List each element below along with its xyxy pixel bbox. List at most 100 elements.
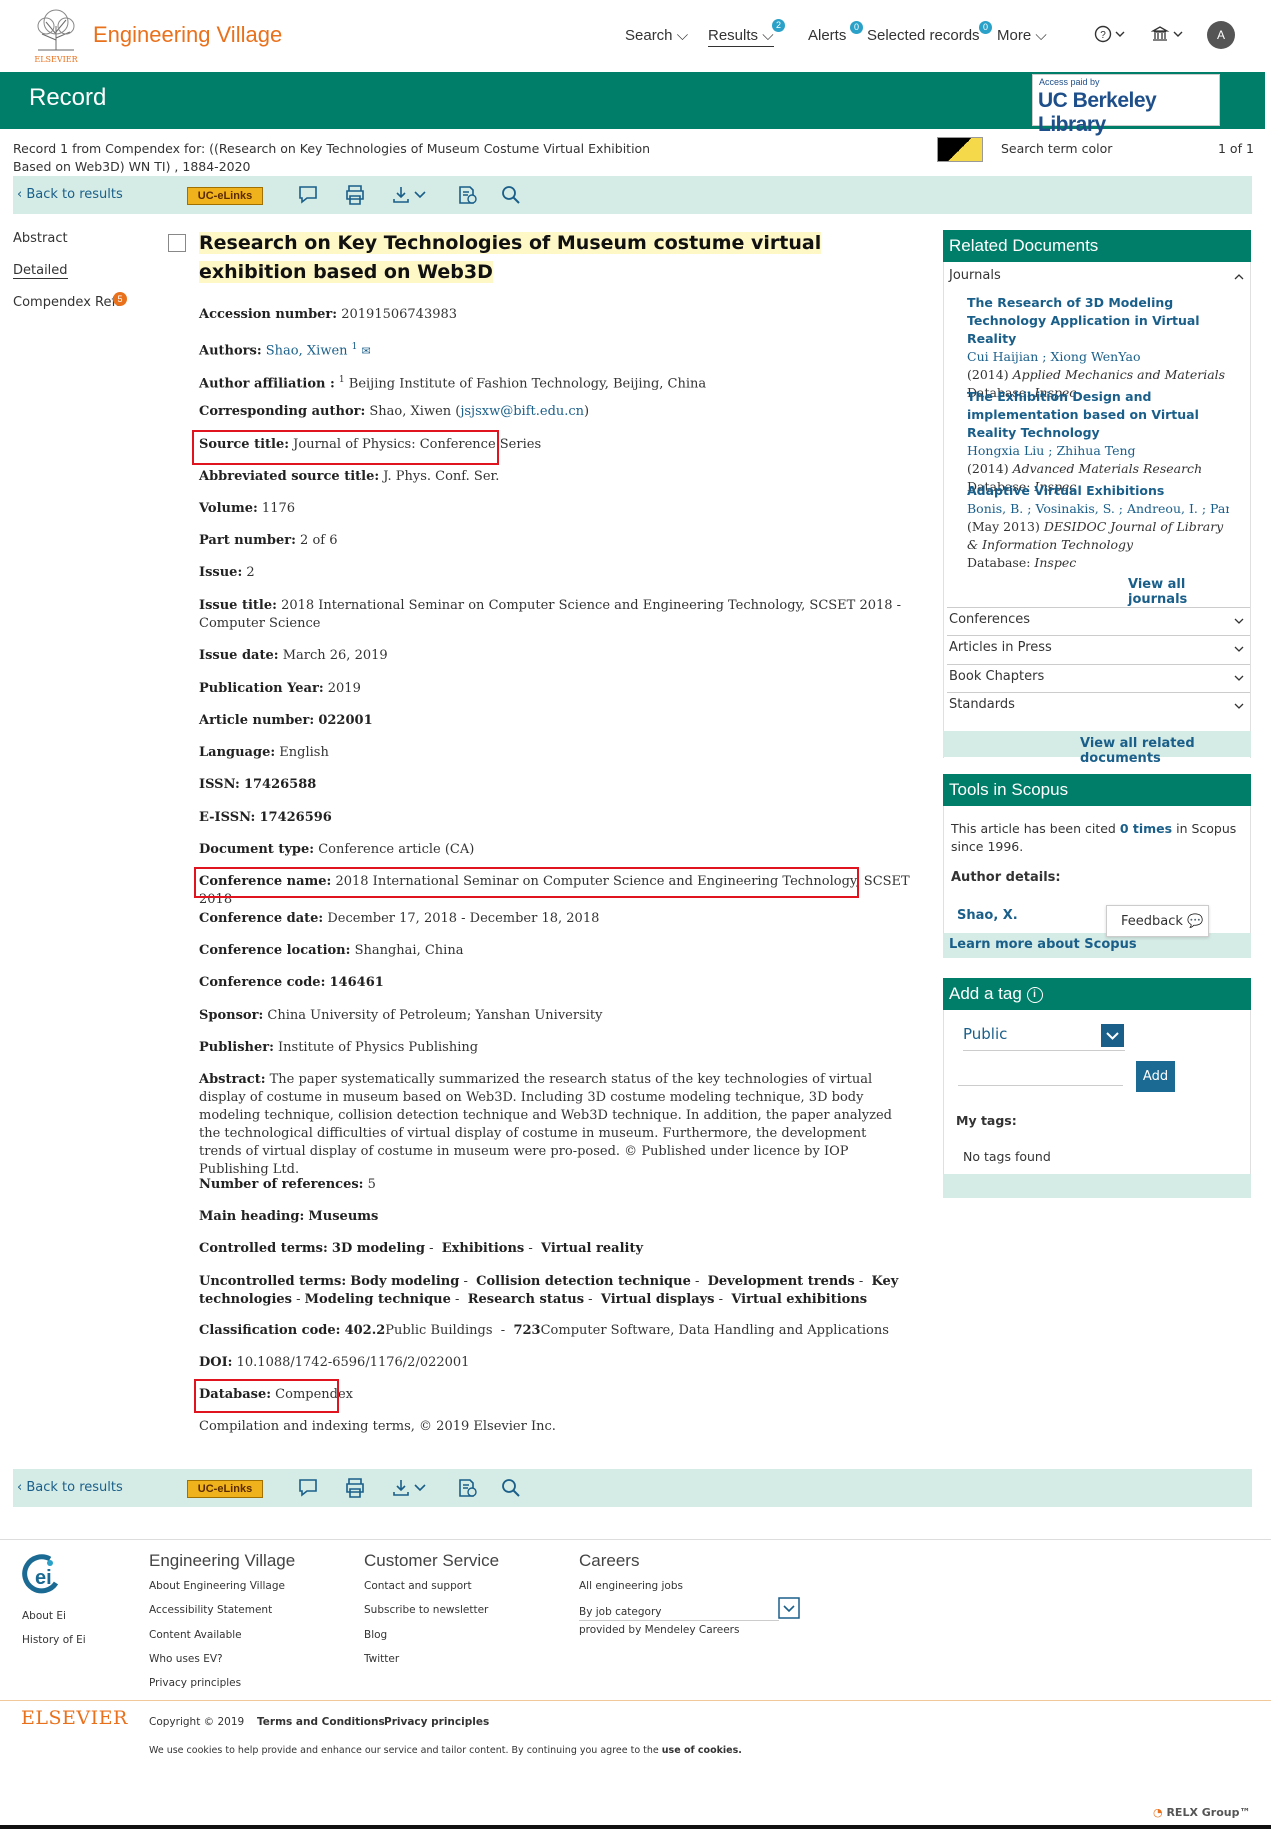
divider (947, 635, 1250, 636)
cited-times-link[interactable]: 0 times (1120, 821, 1172, 836)
related-item: Adaptive Virtual Exhibitions Bonis, B. ;… (967, 482, 1229, 572)
issn-link[interactable]: 17426588 (244, 777, 316, 792)
print-icon[interactable] (343, 184, 367, 206)
section-conferences[interactable]: Conferences (949, 612, 1249, 627)
classification-link[interactable]: 723 (513, 1323, 540, 1338)
chevron-down-icon[interactable] (1234, 702, 1244, 710)
elsevier-wordmark[interactable]: ELSEVIER (21, 1707, 128, 1729)
chevron-down-icon[interactable] (1234, 645, 1244, 653)
footer-terms-link[interactable]: Terms and Conditions (257, 1716, 385, 1728)
brand-name[interactable]: Engineering Village (93, 22, 282, 48)
nav-alerts[interactable]: Alerts (808, 27, 846, 44)
chevron-down-icon[interactable] (778, 1597, 800, 1619)
add-tag-button[interactable]: Add (1136, 1061, 1175, 1092)
view-all-related-link[interactable]: View all related documents (1080, 736, 1250, 766)
nav-abstract[interactable]: Abstract (13, 231, 68, 246)
chevron-down-icon[interactable] (1101, 1024, 1124, 1047)
search-icon[interactable] (499, 184, 523, 206)
nav-results[interactable]: Results ⌵ (708, 27, 774, 47)
footer-link[interactable]: Who uses EV? (149, 1653, 223, 1665)
nav-selected-records[interactable]: Selected records (867, 27, 980, 44)
corresponding-email-link[interactable]: jsjsxw@bift.edu.cn (460, 404, 584, 419)
back-to-results-link[interactable]: ‹ Back to results (17, 187, 123, 202)
term-link[interactable]: Exhibitions (442, 1241, 524, 1256)
chevron-up-icon[interactable] (1234, 273, 1244, 281)
email-icon[interactable]: ✉ (362, 344, 371, 357)
footer-link[interactable]: Subscribe to newsletter (364, 1604, 488, 1616)
related-documents-heading: Related Documents (943, 230, 1251, 262)
uc-elinks-button[interactable]: UC-eLinks (187, 187, 263, 205)
nav-compendex-refs[interactable]: Compendex Refs (13, 295, 123, 310)
footer-history-ei[interactable]: History of Ei (22, 1634, 86, 1646)
footer-link[interactable]: All engineering jobs (579, 1580, 683, 1592)
footer-link[interactable]: Content Available (149, 1629, 242, 1641)
search-term-color-swatch[interactable] (937, 137, 983, 162)
eissn-link[interactable]: 17426596 (259, 810, 331, 825)
footer-careers-heading: Careers (579, 1551, 640, 1570)
footer-link[interactable]: Blog (364, 1629, 387, 1641)
term-link[interactable]: Virtual reality (541, 1241, 643, 1256)
term-link[interactable]: Research status (468, 1292, 584, 1307)
nav-search[interactable]: Search ⌵ (625, 27, 688, 44)
uc-elinks-button[interactable]: UC-eLinks (187, 1480, 263, 1498)
section-book-chapters[interactable]: Book Chapters (949, 669, 1249, 684)
term-link[interactable]: Virtual exhibitions (731, 1292, 867, 1307)
scopus-author-link[interactable]: Shao, X. (957, 908, 1057, 923)
field-copyright: Compilation and indexing terms, © 2019 E… (199, 1419, 556, 1434)
related-item-title[interactable]: The Research of 3D Modeling Technology A… (967, 294, 1229, 348)
footer-about-ei[interactable]: About Ei (22, 1610, 66, 1622)
institution-menu[interactable] (1150, 25, 1187, 47)
footer-link[interactable]: Twitter (364, 1653, 399, 1665)
section-standards[interactable]: Standards (949, 697, 1249, 712)
section-articles-in-press[interactable]: Articles in Press (949, 640, 1249, 655)
ei-logo[interactable]: ei (20, 1553, 64, 1597)
nav-more[interactable]: More ⌵ (997, 27, 1047, 44)
print-icon[interactable] (343, 1477, 367, 1499)
save-to-folder-icon[interactable] (456, 184, 480, 206)
author-link[interactable]: Shao, Xiwen (266, 343, 348, 358)
save-to-folder-icon[interactable] (456, 1477, 480, 1499)
avatar[interactable]: A (1207, 21, 1235, 49)
back-to-results-link[interactable]: ‹ Back to results (17, 1480, 123, 1495)
svg-text:ei: ei (35, 1567, 52, 1589)
help-menu[interactable]: ? (1094, 25, 1128, 47)
learn-more-scopus-link[interactable]: Learn more about Scopus (949, 937, 1249, 952)
search-icon[interactable] (499, 1477, 523, 1499)
term-link[interactable]: 3D modeling (332, 1241, 425, 1256)
chevron-down-icon[interactable] (1234, 674, 1244, 682)
journals-toggle[interactable]: Journals (949, 268, 1249, 283)
footer-link[interactable]: Accessibility Statement (149, 1604, 272, 1616)
field-conference-location: Conference location: Shanghai, China (199, 943, 464, 958)
access-paid-label: Access paid by (1039, 77, 1100, 87)
footer-privacy-link[interactable]: Privacy principles (384, 1716, 489, 1728)
classification-link[interactable]: 402.2 (345, 1323, 386, 1338)
download-icon[interactable] (391, 184, 429, 206)
term-link[interactable]: Virtual displays (601, 1292, 715, 1307)
term-link[interactable]: Body modeling (350, 1274, 459, 1289)
footer-link[interactable]: Privacy principles (149, 1677, 241, 1689)
info-icon[interactable]: i (1026, 986, 1043, 1003)
main-heading-link[interactable]: Museums (308, 1209, 378, 1224)
elsevier-tree-logo[interactable]: ELSEVIER (28, 6, 84, 64)
comment-icon[interactable] (296, 184, 320, 206)
conference-code-link[interactable]: 146461 (330, 975, 384, 990)
tag-input[interactable] (958, 1062, 1123, 1086)
view-all-journals-link[interactable]: View all journals (1128, 577, 1248, 607)
term-link[interactable]: Development trends (708, 1274, 855, 1289)
download-icon[interactable] (391, 1477, 429, 1499)
term-link[interactable]: Collision detection technique (476, 1274, 691, 1289)
related-item-title[interactable]: The Exhibition Design and implementation… (967, 388, 1229, 442)
job-category-select[interactable]: By job category (579, 1606, 779, 1621)
footer-link[interactable]: Contact and support (364, 1580, 472, 1592)
footer-link[interactable]: About Engineering Village (149, 1580, 285, 1592)
nav-detailed[interactable]: Detailed (13, 263, 68, 279)
chevron-down-icon[interactable] (1234, 617, 1244, 625)
related-item-title[interactable]: Adaptive Virtual Exhibitions (967, 482, 1229, 500)
select-record-checkbox[interactable] (168, 234, 186, 252)
cookies-link[interactable]: use of cookies. (662, 1745, 742, 1756)
comment-icon[interactable] (296, 1477, 320, 1499)
access-paid-box[interactable]: Access paid by UC Berkeley Library (1032, 74, 1220, 136)
relx-logo[interactable]: ◔ RELX Group™ (1153, 1806, 1250, 1819)
feedback-button[interactable]: Feedback 💬 (1106, 905, 1209, 937)
term-link[interactable]: Modeling technique (305, 1292, 451, 1307)
